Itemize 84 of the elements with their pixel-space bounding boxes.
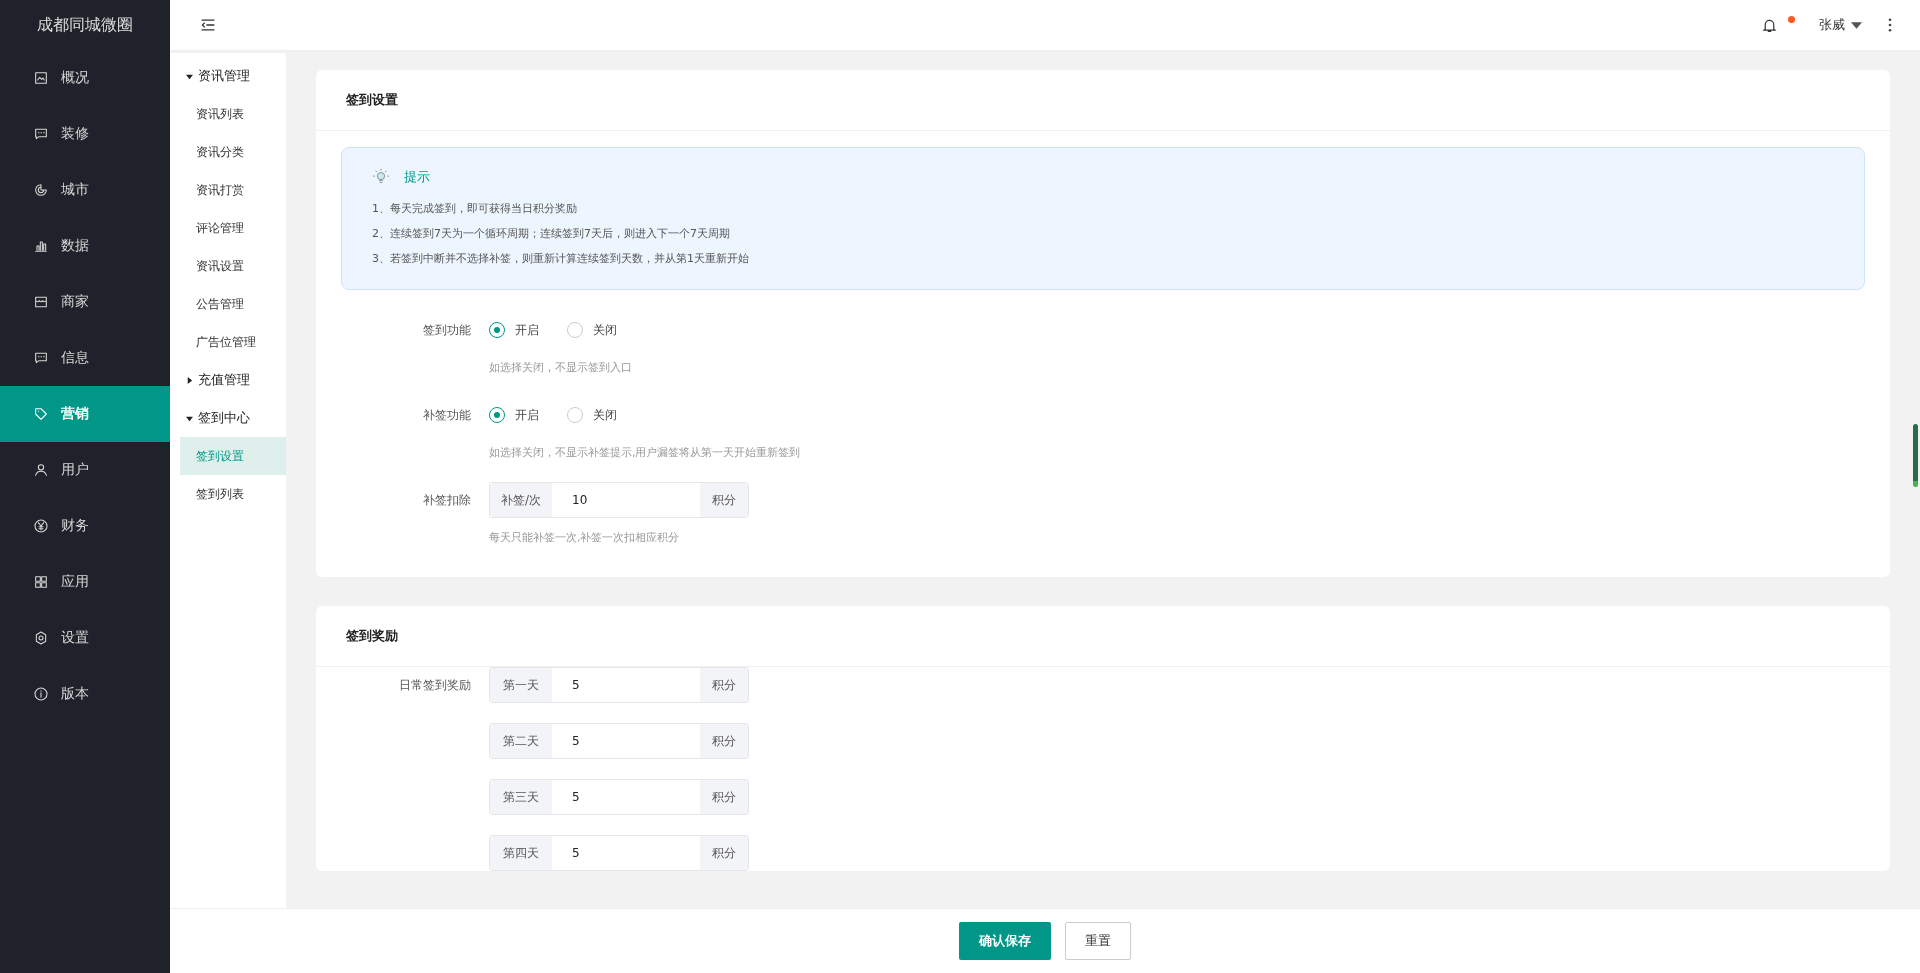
reset-button[interactable]: 重置: [1065, 922, 1131, 960]
menu-group[interactable]: 充值管理: [170, 361, 286, 399]
input-prefix: 补签/次: [490, 483, 552, 517]
nav-icon: [33, 630, 49, 646]
lightbulb-icon: [372, 168, 390, 186]
nav-icon: [33, 518, 49, 534]
nav-icon: [33, 462, 49, 478]
menu-item[interactable]: 资讯设置: [180, 247, 286, 285]
nav-icon: [33, 182, 49, 198]
input-suffix: 积分: [700, 668, 748, 702]
card-title: 签到设置: [316, 70, 1890, 131]
nav-icon: [33, 294, 49, 310]
menu-item[interactable]: 评论管理: [180, 209, 286, 247]
input-suffix: 积分: [700, 780, 748, 814]
nav-icon: [33, 70, 49, 86]
menu-item[interactable]: 签到列表: [180, 475, 286, 513]
nav-item[interactable]: 设置: [0, 610, 170, 666]
tip-line: 3、若签到中断并不选择补签，则重新计算连续签到天数，并从第1天重新开始: [372, 251, 750, 267]
menu-item[interactable]: 资讯列表: [180, 95, 286, 133]
tip-line: 1、每天完成签到，即可获得当日积分奖励: [372, 201, 578, 217]
more-icon[interactable]: [1888, 18, 1892, 32]
nav-item[interactable]: 装修: [0, 106, 170, 162]
input-prefix: 第一天: [490, 668, 552, 702]
save-button[interactable]: 确认保存: [959, 922, 1051, 960]
nav-item[interactable]: 营销: [0, 386, 170, 442]
nav-item[interactable]: 应用: [0, 554, 170, 610]
menu-group[interactable]: 资讯管理: [170, 57, 286, 95]
input-field[interactable]: 5: [552, 668, 700, 702]
tip-line: 2、连续签到7天为一个循环周期；连续签到7天后，则进入下一个7天周期: [372, 226, 731, 242]
radio-option[interactable]: 关闭: [567, 406, 617, 424]
nav-icon: [33, 574, 49, 590]
nav-item[interactable]: 财务: [0, 498, 170, 554]
field-hint: 如选择关闭，不显示补签提示,用户漏签将从第一天开始重新签到: [489, 445, 801, 460]
nav-item[interactable]: 概况: [0, 50, 170, 106]
input-suffix: 积分: [700, 836, 748, 870]
input-prefix: 第三天: [490, 780, 552, 814]
field-label: 补签功能: [422, 407, 471, 424]
user-menu[interactable]: 张威: [1819, 16, 1845, 34]
input-field[interactable]: 5: [552, 724, 700, 758]
field-hint: 每天只能补签一次,补签一次扣相应积分: [489, 530, 681, 545]
card-title: 签到奖励: [316, 606, 1890, 667]
nav-icon: [33, 350, 49, 366]
tip-title: 提示: [404, 168, 430, 186]
input-group[interactable]: 补签/次 10 积分: [489, 482, 749, 518]
input-group[interactable]: 第四天 5 积分: [489, 835, 749, 871]
caret-right-icon: [186, 376, 193, 384]
input-field[interactable]: 5: [552, 780, 700, 814]
input-group[interactable]: 第三天 5 积分: [489, 779, 749, 815]
input-suffix: 积分: [700, 724, 748, 758]
brand-title: 成都同城微圈: [36, 14, 134, 36]
scrollbar-thumb[interactable]: [1913, 424, 1918, 487]
nav-item[interactable]: 用户: [0, 442, 170, 498]
input-field[interactable]: 5: [552, 836, 700, 870]
caret-down-icon: [186, 72, 193, 80]
field-label: 签到功能: [422, 322, 471, 339]
nav-item[interactable]: 数据: [0, 218, 170, 274]
caret-down-icon: [186, 414, 193, 422]
menu-item[interactable]: 资讯分类: [180, 133, 286, 171]
input-prefix: 第四天: [490, 836, 552, 870]
caret-icon[interactable]: [1851, 21, 1862, 29]
nav-item[interactable]: 版本: [0, 666, 170, 722]
nav-item[interactable]: 城市: [0, 162, 170, 218]
input-group[interactable]: 第二天 5 积分: [489, 723, 749, 759]
menu-item[interactable]: 公告管理: [180, 285, 286, 323]
radio-option[interactable]: 开启: [489, 321, 539, 339]
menu-group[interactable]: 签到中心: [170, 399, 286, 437]
nav-icon: [33, 406, 49, 422]
field-hint: 如选择关闭，不显示签到入口: [489, 360, 632, 375]
radio-option[interactable]: 开启: [489, 406, 539, 424]
input-field[interactable]: 10: [552, 483, 700, 517]
menu-item[interactable]: 广告位管理: [180, 323, 286, 361]
input-suffix: 积分: [700, 483, 748, 517]
nav-item[interactable]: 信息: [0, 330, 170, 386]
menu-fold-icon[interactable]: [200, 18, 216, 32]
input-group[interactable]: 第一天 5 积分: [489, 667, 749, 703]
nav-icon: [33, 126, 49, 142]
nav-item[interactable]: 商家: [0, 274, 170, 330]
nav-icon: [33, 238, 49, 254]
radio-option[interactable]: 关闭: [567, 321, 617, 339]
input-prefix: 第二天: [490, 724, 552, 758]
nav-icon: [33, 686, 49, 702]
field-label: 补签扣除: [422, 492, 471, 509]
menu-item[interactable]: 资讯打赏: [180, 171, 286, 209]
field-label: 日常签到奖励: [398, 677, 471, 694]
